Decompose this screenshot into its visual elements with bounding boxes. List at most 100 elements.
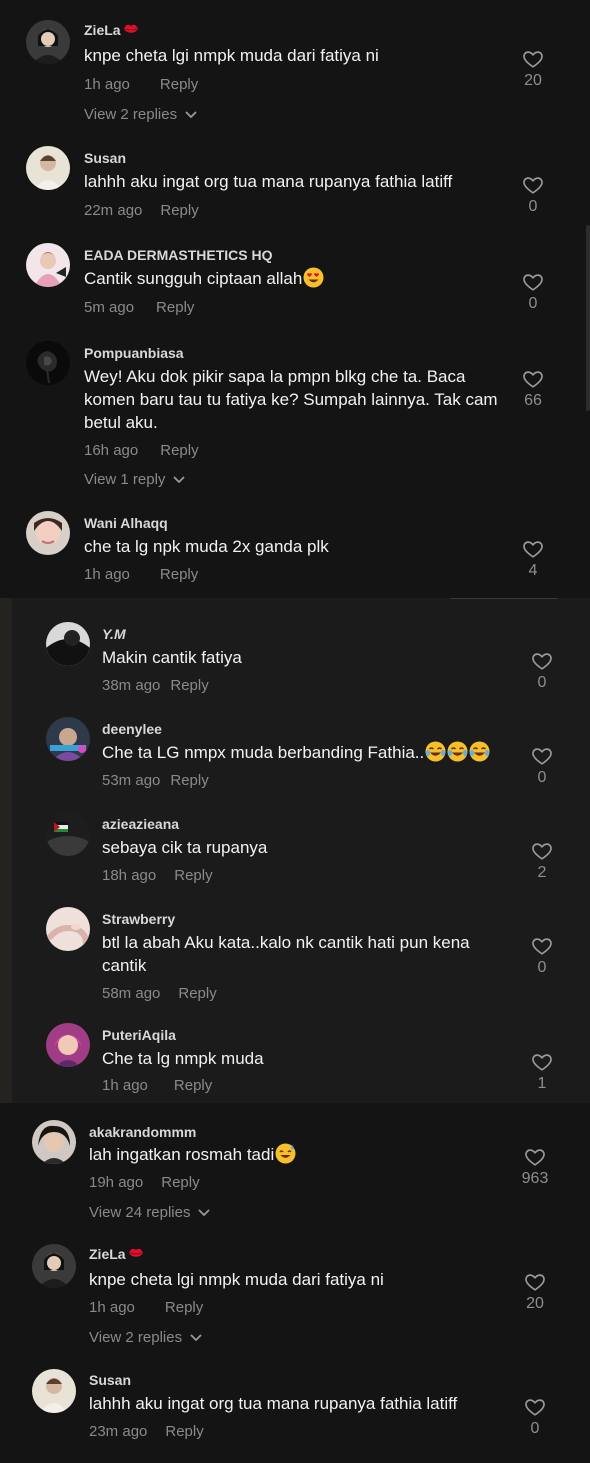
like-button[interactable]: 963 <box>514 1146 556 1188</box>
heart-outline-icon <box>531 745 553 767</box>
avatar[interactable] <box>32 1120 76 1164</box>
reply-button[interactable]: Reply <box>170 772 208 789</box>
avatar[interactable] <box>26 511 70 555</box>
avatar[interactable] <box>46 622 90 666</box>
like-button[interactable]: 1 <box>522 1051 562 1093</box>
like-button[interactable]: 0 <box>522 935 562 977</box>
reply-time: 18h ago <box>102 867 157 884</box>
comment-username[interactable]: akakrandommm <box>89 1124 196 1140</box>
comment-time: 16h ago <box>84 442 139 459</box>
reply-text-content: Che ta LG nmpx muda berbanding Fathia.. <box>102 743 425 762</box>
reply-time: 58m ago <box>102 985 161 1002</box>
reply-username[interactable]: Y.M <box>102 626 126 642</box>
reply-username[interactable]: azieazieana <box>102 816 179 832</box>
reply-button[interactable]: Reply <box>174 867 212 884</box>
like-count: 0 <box>537 674 547 691</box>
like-button[interactable]: 20 <box>515 1271 555 1313</box>
comment-text: che ta lg npk muda 2x ganda plk <box>84 537 329 556</box>
kiss-lips-emoji <box>123 23 139 35</box>
reply-meta: 38m ago Reply <box>102 677 209 694</box>
avatar[interactable] <box>46 717 90 761</box>
comment-username[interactable]: Pompuanbiasa <box>84 345 184 361</box>
reply-time: 53m ago <box>102 772 161 789</box>
reply-button[interactable]: Reply <box>170 677 208 694</box>
comment-username[interactable]: Wani Alhaqq <box>84 515 168 531</box>
reply-button[interactable]: Reply <box>160 76 198 93</box>
comment-username[interactable]: ZieLa <box>89 1246 144 1262</box>
reply-button[interactable]: Reply <box>160 566 198 583</box>
heart-outline-icon <box>531 650 553 672</box>
view-replies-button[interactable]: View 2 replies <box>89 1329 202 1346</box>
heart-outline-icon <box>531 935 553 957</box>
avatar[interactable] <box>46 812 90 856</box>
comment-username[interactable]: ZieLa <box>84 22 139 38</box>
heart-outline-icon <box>524 1271 546 1293</box>
reply-username[interactable]: PuteriAqila <box>102 1027 176 1043</box>
reply-button[interactable]: Reply <box>165 1299 203 1316</box>
reply-meta: 18h ago Reply <box>102 867 213 884</box>
like-count: 66 <box>524 392 542 409</box>
like-button[interactable]: 0 <box>522 650 562 692</box>
reply-button[interactable]: Reply <box>178 985 216 1002</box>
view-replies-button[interactable]: View 1 reply <box>84 471 185 488</box>
reply-text: Makin cantik fatiya <box>102 648 242 667</box>
comment-text: Wey! Aku dok pikir sapa la pmpn blkg che… <box>84 367 498 432</box>
reply-button[interactable]: Reply <box>160 442 198 459</box>
view-replies-button[interactable]: View 2 replies <box>84 106 197 123</box>
comment-meta: 22m ago Reply <box>84 202 199 219</box>
like-button[interactable]: 20 <box>513 48 553 90</box>
comment-time: 19h ago <box>89 1174 144 1191</box>
scrollbar[interactable] <box>586 225 590 411</box>
like-button[interactable]: 0 <box>513 174 553 216</box>
reply-username[interactable]: Strawberry <box>102 911 175 927</box>
reply-meta: 53m ago Reply <box>102 772 209 789</box>
like-button[interactable]: 66 <box>513 368 553 410</box>
avatar[interactable] <box>26 341 70 385</box>
like-button[interactable]: 0 <box>522 745 562 787</box>
comment-username[interactable]: Susan <box>84 150 126 166</box>
comment-username[interactable]: Susan <box>89 1372 131 1388</box>
comment-item: Susan lahhh aku ingat org tua mana rupan… <box>32 1369 566 1449</box>
like-button[interactable]: 0 <box>513 271 553 313</box>
thread-indent-strip <box>0 598 12 1103</box>
like-count: 0 <box>530 1420 540 1437</box>
comment-text-content: lah ingatkan rosmah tadi <box>89 1145 275 1164</box>
avatar[interactable] <box>32 1244 76 1288</box>
heart-outline-icon <box>531 840 553 862</box>
avatar[interactable] <box>46 907 90 951</box>
reply-button[interactable]: Reply <box>160 202 198 219</box>
comment-item: akakrandommm lah ingatkan rosmah tadi 19… <box>32 1120 566 1230</box>
reply-time: 38m ago <box>102 677 161 694</box>
reply-button[interactable]: Reply <box>165 1423 203 1440</box>
avatar[interactable] <box>26 146 70 190</box>
reply-button[interactable]: Reply <box>156 299 194 316</box>
like-button[interactable]: 0 <box>515 1396 555 1438</box>
reply-text: btl la abah Aku kata..kalo nk cantik hat… <box>102 933 470 975</box>
chevron-down-icon <box>198 1209 210 1217</box>
reply-username[interactable]: deenylee <box>102 721 162 737</box>
heart-outline-icon <box>522 174 544 196</box>
comment-username[interactable]: EADA DERMASTHETICS HQ <box>84 247 273 263</box>
avatar[interactable] <box>26 243 70 287</box>
sweat-smile-emoji <box>275 1143 296 1164</box>
kiss-lips-emoji <box>128 1247 144 1259</box>
like-button[interactable]: 4 <box>513 538 553 580</box>
tears-of-joy-emoji <box>425 741 446 762</box>
reply-text: Che ta LG nmpx muda berbanding Fathia.. <box>102 741 522 764</box>
comment-meta: 1h ago Reply <box>84 566 198 583</box>
view-replies-button[interactable]: View 24 replies <box>89 1204 210 1221</box>
comment-text-content: Cantik sungguh ciptaan allah <box>84 269 303 288</box>
comment-text: knpe cheta lgi nmpk muda dari fatiya ni <box>84 46 379 65</box>
reply-button[interactable]: Reply <box>161 1174 199 1191</box>
comment-item: Susan lahhh aku ingat org tua mana rupan… <box>26 146 566 226</box>
heart-outline-icon <box>524 1146 546 1168</box>
like-count: 0 <box>537 769 547 786</box>
avatar[interactable] <box>46 1023 90 1067</box>
reply-button[interactable]: Reply <box>174 1077 212 1094</box>
view-replies-label: View 24 replies <box>89 1204 191 1221</box>
heart-outline-icon <box>522 48 544 70</box>
avatar[interactable] <box>26 20 70 64</box>
avatar[interactable] <box>32 1369 76 1413</box>
comment-text: Cantik sungguh ciptaan allah <box>84 267 504 290</box>
like-button[interactable]: 2 <box>522 840 562 882</box>
